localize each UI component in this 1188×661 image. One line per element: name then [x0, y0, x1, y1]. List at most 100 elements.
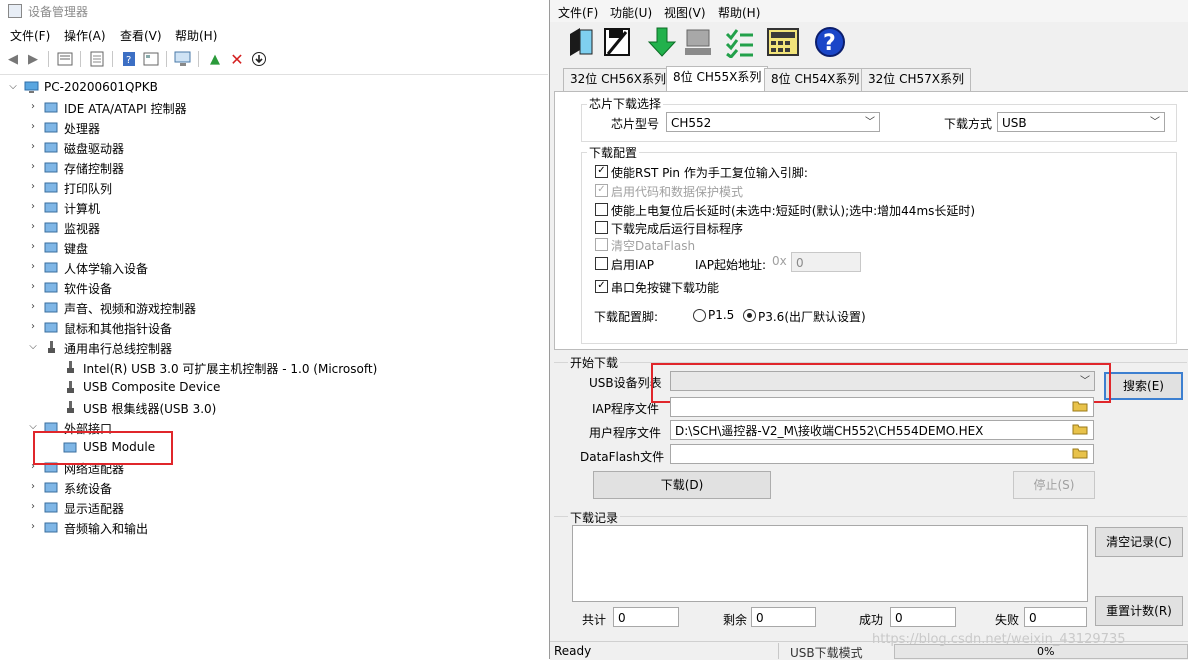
chevron-right-icon[interactable]: ›	[28, 281, 38, 292]
chevron-right-icon[interactable]: ›	[28, 101, 38, 112]
computer-icon	[44, 202, 58, 213]
device-manager-app-icon	[8, 4, 22, 18]
chip-model-select[interactable]: CH552 ﹀	[666, 112, 880, 132]
download-arrow-icon[interactable]	[645, 25, 679, 59]
tree-category[interactable]: › 存储控制器	[0, 158, 548, 178]
chevron-right-icon[interactable]: ›	[28, 201, 38, 212]
chevron-right-icon[interactable]: ›	[28, 161, 38, 172]
uninstall-x-icon[interactable]: ✕	[228, 50, 246, 69]
clear-dataflash-checkbox[interactable]	[595, 238, 608, 251]
dm-menu-action[interactable]: 操作(A)	[64, 27, 106, 44]
tree-usb-device[interactable]: USB Composite Device	[0, 378, 548, 398]
dm-menu-help[interactable]: 帮助(H)	[175, 27, 217, 44]
tree-category[interactable]: › 处理器	[0, 118, 548, 138]
wch-menu-view[interactable]: 视图(V)	[664, 4, 706, 21]
wch-menu-file[interactable]: 文件(F)	[558, 4, 598, 21]
properties-sheet-icon[interactable]	[56, 50, 74, 68]
tree-category[interactable]: › 计算机	[0, 198, 548, 218]
chevron-down-icon: ﹀	[865, 117, 875, 128]
chevron-right-icon[interactable]: ›	[28, 181, 38, 192]
tab-ch55x[interactable]: 8位 CH55X系列	[666, 66, 769, 92]
verify-check-icon[interactable]	[723, 25, 757, 59]
tree-category[interactable]: › 打印队列	[0, 178, 548, 198]
stop-device-icon[interactable]	[681, 25, 715, 59]
tree-category[interactable]: › 键盘	[0, 238, 548, 258]
tree-category[interactable]: › 软件设备	[0, 278, 548, 298]
tab-ch57x[interactable]: 32位 CH57X系列	[861, 68, 971, 91]
rst-pin-checkbox[interactable]: ✓	[595, 165, 608, 178]
search-button[interactable]: 搜索(E)	[1104, 372, 1183, 400]
back-arrow-icon[interactable]: ◀	[4, 50, 22, 68]
chevron-right-icon[interactable]: ›	[28, 241, 38, 252]
forward-arrow-icon[interactable]: ▶	[24, 50, 42, 68]
help-book-icon[interactable]: ?	[120, 50, 138, 68]
tree-usb-device[interactable]: Intel(R) USB 3.0 可扩展主机控制器 - 1.0 (Microso…	[0, 358, 548, 378]
save-file-icon[interactable]	[600, 25, 634, 59]
iap-address-input[interactable]: 0	[791, 252, 861, 272]
chevron-right-icon[interactable]: ›	[28, 321, 38, 332]
pin-p15-radio[interactable]	[693, 309, 706, 322]
run-after-download-checkbox[interactable]	[595, 221, 608, 234]
tree-usb-device[interactable]: USB 根集线器(USB 3.0)	[0, 398, 548, 418]
chevron-down-icon[interactable]: ⌵	[28, 341, 38, 352]
wch-menu-help[interactable]: 帮助(H)	[718, 4, 760, 21]
dm-menu-file[interactable]: 文件(F)	[10, 27, 50, 44]
chevron-right-icon[interactable]: ›	[28, 121, 38, 132]
user-file-folder-icon[interactable]	[1070, 420, 1090, 438]
list-view-icon[interactable]	[88, 50, 106, 68]
code-protect-checkbox[interactable]: ✓	[595, 184, 608, 197]
clear-log-button[interactable]: 清空记录(C)	[1095, 527, 1183, 557]
tree-category[interactable]: › 显示适配器	[0, 498, 548, 518]
tree-category[interactable]: › 监视器	[0, 218, 548, 238]
scan-hardware-icon[interactable]	[174, 50, 192, 68]
tree-category[interactable]: › 鼠标和其他指针设备	[0, 318, 548, 338]
tree-root-computer[interactable]: ⌵ PC-20200601QPKB	[0, 78, 548, 98]
tree-category[interactable]: ⌵ 通用串行总线控制器	[0, 338, 548, 358]
tab-pane-ch55x: 芯片下载选择 芯片型号 CH552 ﹀ 下载方式 USB ﹀ 下载配置 ✓ 使能RS…	[554, 91, 1188, 350]
chevron-right-icon[interactable]: ›	[28, 501, 38, 512]
open-file-icon[interactable]	[564, 25, 598, 59]
download-mode-label: 下载方式	[944, 117, 993, 131]
category-label: 计算机	[64, 202, 101, 216]
enable-device-icon[interactable]	[250, 50, 268, 68]
hid-icon	[44, 262, 58, 273]
chevron-right-icon[interactable]: ›	[28, 481, 38, 492]
chevron-down-icon[interactable]: ⌵	[8, 81, 18, 92]
audio-io-icon	[44, 522, 58, 533]
dataflash-file-input[interactable]	[670, 444, 1094, 464]
tree-category[interactable]: › IDE ATA/ATAPI 控制器	[0, 98, 548, 118]
chevron-right-icon[interactable]: ›	[28, 261, 38, 272]
details-view-icon[interactable]	[142, 50, 160, 68]
wch-menu-function[interactable]: 功能(U)	[610, 4, 652, 21]
monitor-icon	[44, 222, 58, 233]
iap-address-label: IAP起始地址:	[695, 258, 767, 272]
iap-file-folder-icon[interactable]	[1070, 397, 1090, 415]
tree-category[interactable]: › 音频输入和输出	[0, 518, 548, 538]
download-log-area[interactable]	[572, 525, 1088, 602]
long-delay-checkbox[interactable]	[595, 203, 608, 216]
download-button[interactable]: 下载(D)	[593, 471, 771, 499]
iap-file-input[interactable]	[670, 397, 1094, 417]
chevron-right-icon[interactable]: ›	[28, 141, 38, 152]
dataflash-file-folder-icon[interactable]	[1070, 444, 1090, 462]
chevron-right-icon[interactable]: ›	[28, 221, 38, 232]
tab-ch56x[interactable]: 32位 CH56X系列	[563, 68, 673, 91]
reset-count-button[interactable]: 重置计数(R)	[1095, 596, 1183, 626]
serial-no-key-checkbox[interactable]: ✓	[595, 280, 608, 293]
user-file-input[interactable]: D:\SCH\遥控器-V2_M\接收端CH552\CH554DEMO.HEX	[670, 420, 1094, 440]
calculator-icon[interactable]	[766, 25, 800, 59]
tree-category[interactable]: › 磁盘驱动器	[0, 138, 548, 158]
chevron-right-icon[interactable]: ›	[28, 301, 38, 312]
download-mode-select[interactable]: USB ﹀	[997, 112, 1165, 132]
tree-category[interactable]: › 系统设备	[0, 478, 548, 498]
stop-button[interactable]: 停止(S)	[1013, 471, 1095, 499]
tab-ch54x[interactable]: 8位 CH54X系列	[764, 68, 867, 91]
chevron-right-icon[interactable]: ›	[28, 521, 38, 532]
enable-iap-checkbox[interactable]	[595, 257, 608, 270]
pin-p36-radio[interactable]	[743, 309, 756, 322]
tree-category[interactable]: › 声音、视频和游戏控制器	[0, 298, 548, 318]
help-circle-icon[interactable]: ?	[813, 25, 847, 59]
dm-menu-view[interactable]: 查看(V)	[120, 27, 162, 44]
update-driver-icon[interactable]: ▲	[206, 50, 224, 68]
tree-category[interactable]: › 人体学输入设备	[0, 258, 548, 278]
